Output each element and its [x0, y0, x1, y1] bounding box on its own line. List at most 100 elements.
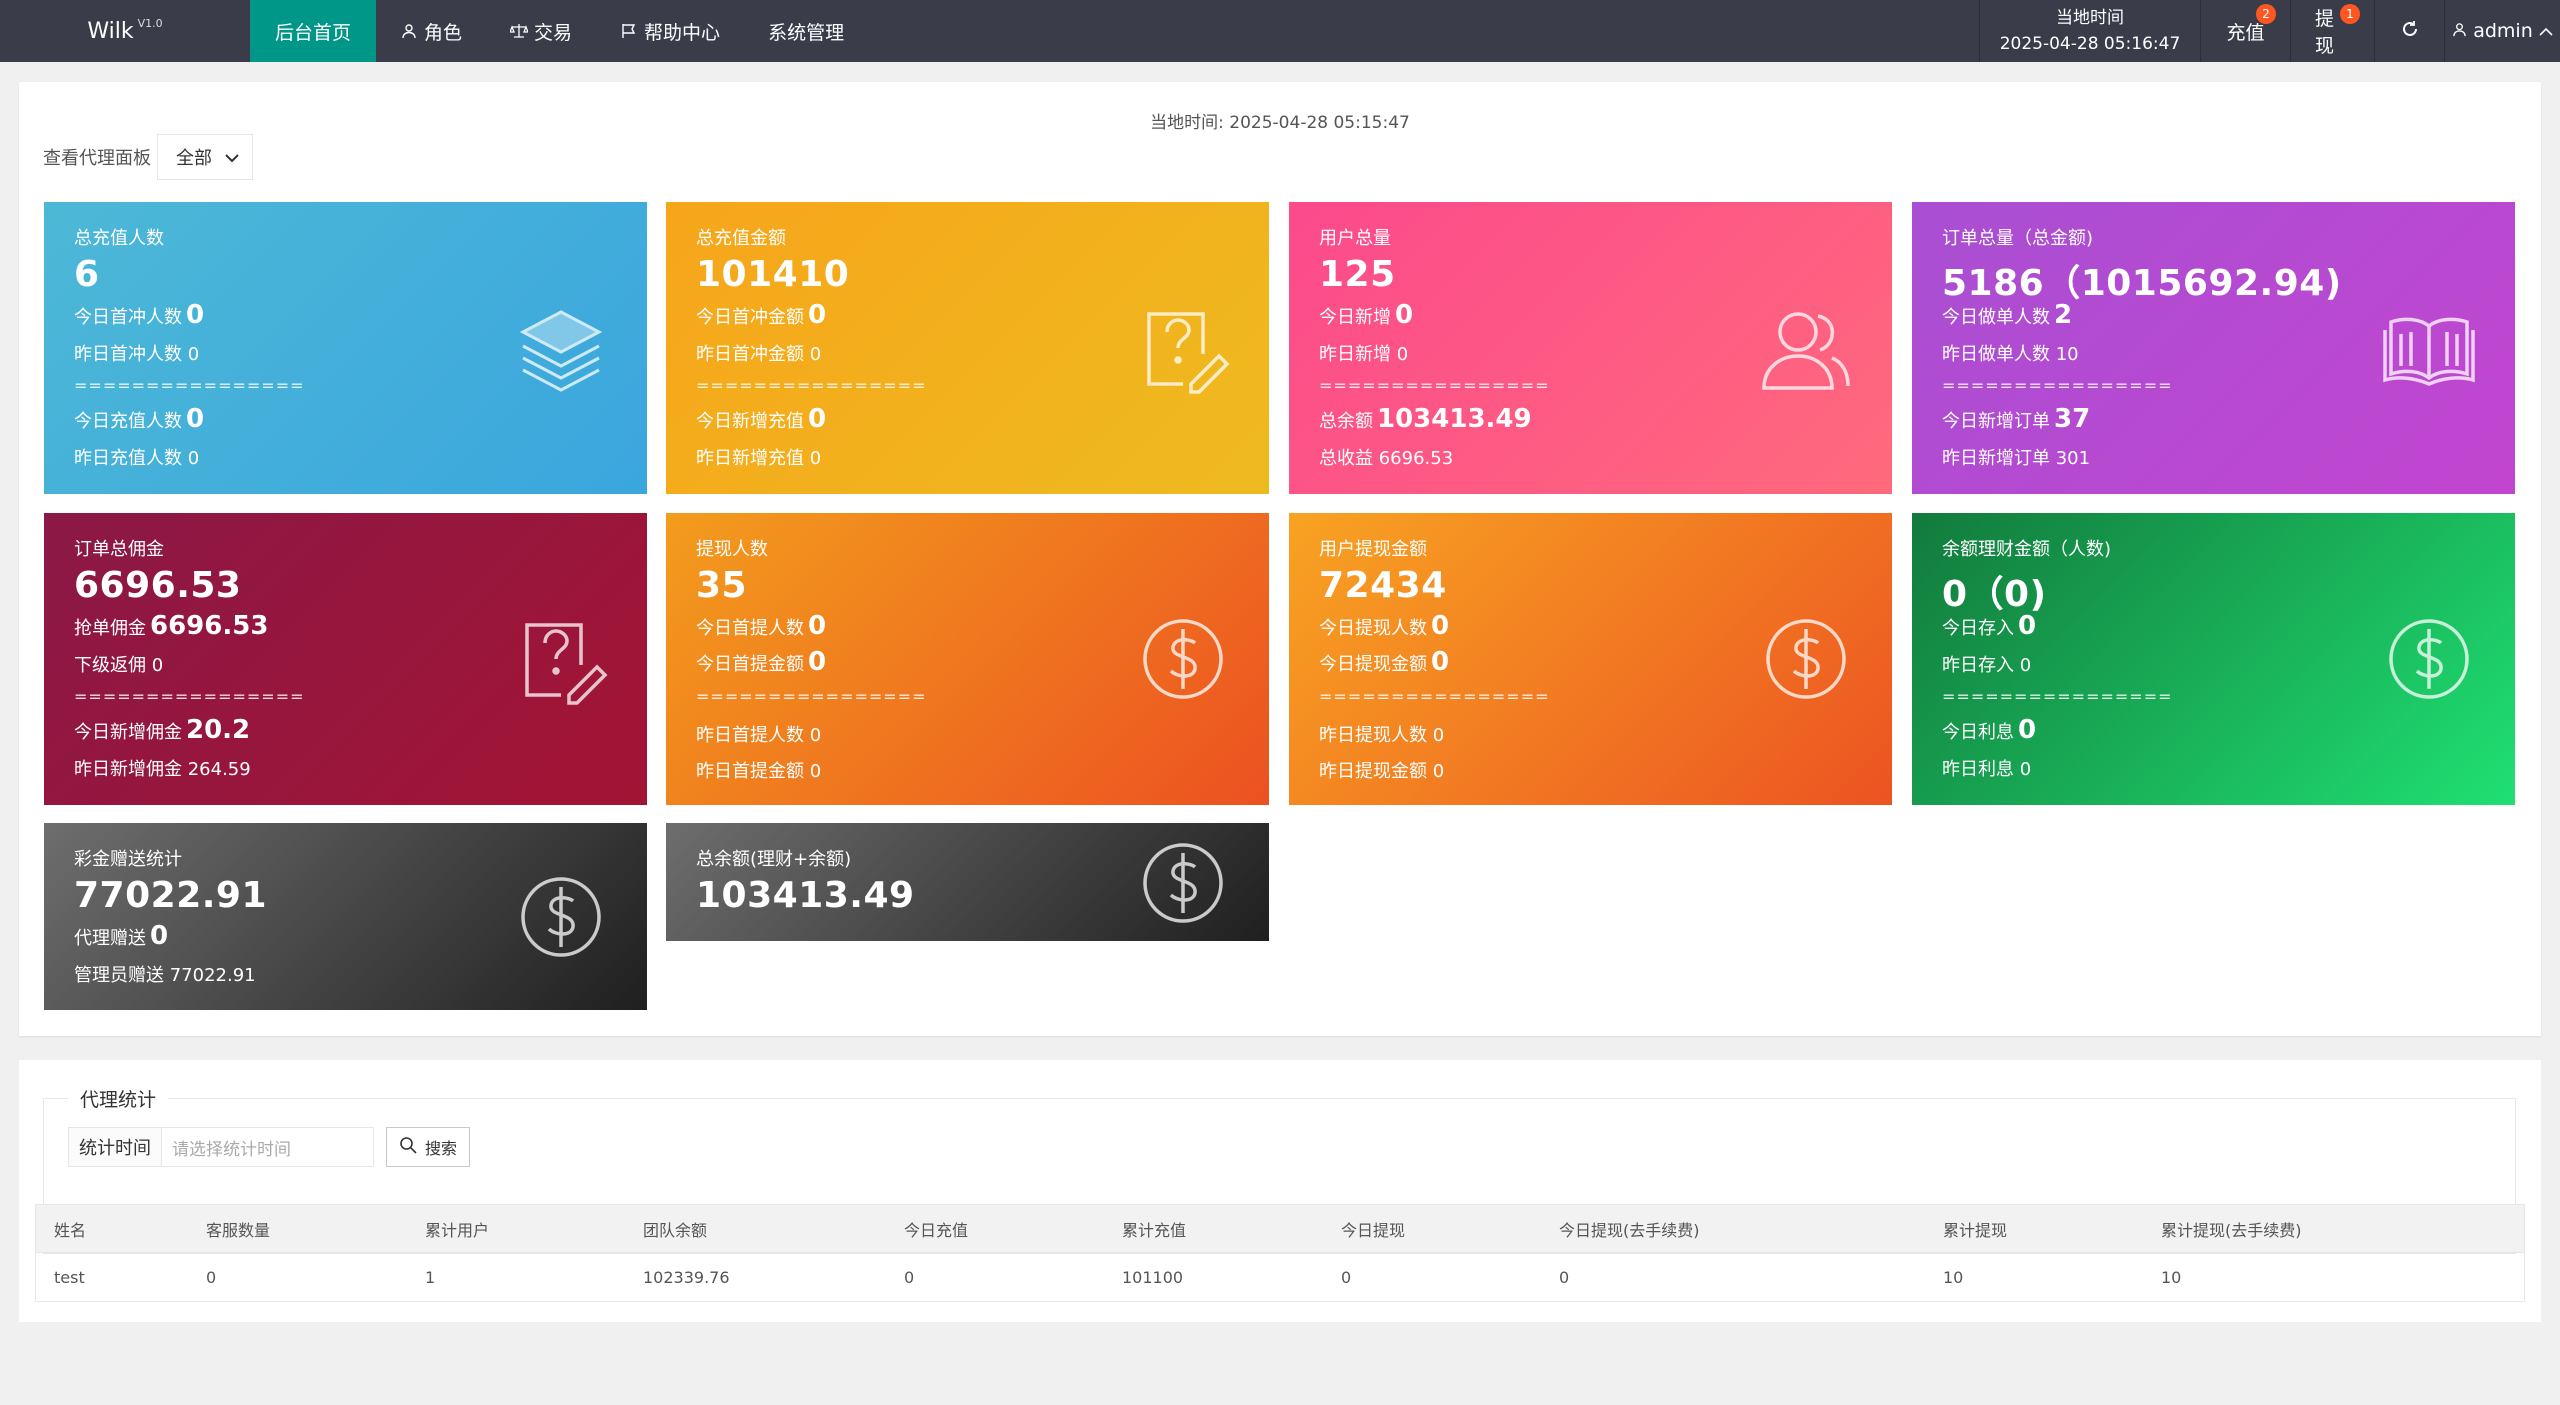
dollar-icon [1133, 833, 1233, 933]
nav-item-label: 帮助中心 [644, 21, 721, 44]
card-balance-finance[interactable]: 余额理财金额（人数) 0（0) 今日存入 0 昨日存入 0 ===========… [1912, 513, 2515, 805]
card-line: 代理赠送 0 [74, 921, 169, 951]
agent-select-value: 全部 [176, 148, 212, 169]
stat-time-input[interactable]: 请选择统计时间 [162, 1127, 374, 1167]
stat-form: 统计时间 请选择统计时间 搜索 [68, 1127, 471, 1167]
card-value: 0（0) [1942, 574, 2047, 615]
book-icon [2379, 298, 2479, 398]
search-label: 搜索 [425, 1139, 458, 1158]
card-line: 昨日新增充值 0 [696, 448, 822, 469]
table-cell: 1 [425, 1267, 436, 1287]
card-value: 6696.53 [74, 565, 242, 606]
nav-item-help[interactable]: 帮助中心 [596, 0, 744, 62]
table-cell: 0 [1341, 1267, 1352, 1287]
nav-item-trade[interactable]: 交易 [486, 0, 596, 62]
table-cell: 10 [2161, 1267, 2182, 1287]
recharge-badge: 2 [2256, 4, 2276, 24]
card-total-users[interactable]: 用户总量 125 今日新增 0 昨日新增 0 ================ 总… [1289, 202, 1892, 494]
card-line: 总收益 6696.53 [1319, 448, 1454, 469]
brand-logo[interactable]: Wilk V1.0 [0, 0, 250, 62]
recharge-button[interactable]: 充值 2 [2201, 0, 2291, 62]
card-separator: ================ [1942, 687, 2173, 706]
card-total-balance[interactable]: 总余额(理财+余额) 103413.49 [666, 823, 1269, 941]
table-cell: 0 [904, 1267, 915, 1287]
withdraw-badge: 1 [2340, 4, 2360, 24]
nav-item-label: 后台首页 [275, 21, 352, 44]
nav-right: 当地时间 2025-04-28 05:16:47 充值 2 提现 1 admin [1979, 0, 2560, 62]
card-line: 今日新增充值 0 [696, 404, 827, 434]
card-separator: ================ [696, 376, 927, 395]
card-line: 今日首提金额 0 [696, 647, 827, 677]
card-total-recharge-users[interactable]: 总充值人数 6 今日首冲人数 0 昨日首冲人数 0 ===============… [44, 202, 647, 494]
card-line: 今日存入 0 [1942, 611, 2037, 641]
card-order-commission[interactable]: 订单总佣金 6696.53 抢单佣金 6696.53 下级返佣 0 =======… [44, 513, 647, 805]
card-line: 抢单佣金 6696.53 [74, 611, 269, 641]
card-line: 昨日提现金额 0 [1319, 761, 1445, 782]
card-title: 订单总佣金 [74, 539, 164, 560]
local-time: 当地时间 2025-04-28 05:16:47 [1979, 0, 2201, 62]
card-total-orders[interactable]: 订单总量（总金额) 5186（1015692.94) 今日做单人数 2 昨日做单人… [1912, 202, 2515, 494]
card-title: 订单总量（总金额) [1942, 228, 2094, 249]
card-separator: ================ [74, 687, 305, 706]
card-line: 今日首冲金额 0 [696, 300, 827, 330]
card-title: 总充值人数 [74, 228, 164, 249]
table-cell: 102339.76 [643, 1267, 730, 1287]
card-separator: ================ [1942, 376, 2173, 395]
search-icon [399, 1136, 417, 1158]
nav-item-roles[interactable]: 角色 [376, 0, 486, 62]
local-time-value: 2025-04-28 05:16:47 [1999, 34, 2181, 54]
refresh-button[interactable] [2375, 0, 2445, 62]
card-line: 昨日首冲金额 0 [696, 344, 822, 365]
scale-icon [510, 22, 529, 40]
card-line: 今日提现人数 0 [1319, 611, 1450, 641]
agent-select[interactable]: 全部 [157, 134, 253, 180]
brand-name: Wilk [87, 18, 134, 44]
card-line: 昨日存入 0 [1942, 655, 2032, 676]
card-title: 用户总量 [1319, 228, 1391, 249]
card-line: 今日新增佣金 20.2 [74, 715, 251, 745]
column-header: 客服数量 [206, 1220, 271, 1240]
dashboard-panel: 当地时间: 2025-04-28 05:15:47 查看代理面板 全部 总充值人… [19, 82, 2541, 1036]
card-withdraw-users[interactable]: 提现人数 35 今日首提人数 0 今日首提金额 0 ================… [666, 513, 1269, 805]
card-title: 总充值金额 [696, 228, 786, 249]
dollar-icon [2379, 609, 2479, 709]
card-total-recharge-amount[interactable]: 总充值金额 101410 今日首冲金额 0 昨日首冲金额 0 ==========… [666, 202, 1269, 494]
card-line: 今日充值人数 0 [74, 404, 205, 434]
table-cell: test [54, 1267, 85, 1287]
card-line: 总余额 103413.49 [1319, 404, 1532, 434]
column-header: 累计充值 [1122, 1220, 1187, 1240]
table-cell: 101100 [1122, 1267, 1184, 1287]
card-bonus-gift[interactable]: 彩金赠送统计 77022.91 代理赠送 0 管理员赠送 77022.91 [44, 823, 647, 1010]
local-time-label: 当地时间 [2056, 8, 2124, 28]
card-value: 6 [74, 254, 100, 295]
dollar-icon [1756, 609, 1856, 709]
card-value: 5186（1015692.94) [1942, 263, 2342, 304]
layers-icon [511, 298, 611, 398]
nav-item-system[interactable]: 系统管理 [744, 0, 868, 62]
card-separator: ================ [1319, 687, 1550, 706]
table-row[interactable]: test 0 1 102339.76 0 101100 0 0 10 10 [36, 1253, 2524, 1301]
card-value: 77022.91 [74, 875, 268, 916]
dollar-icon [1133, 609, 1233, 709]
card-title: 提现人数 [696, 539, 768, 560]
card-separator: ================ [1319, 376, 1550, 395]
card-line: 今日做单人数 2 [1942, 300, 2073, 330]
card-value: 125 [1319, 254, 1396, 295]
chevron-down-icon [224, 147, 240, 168]
nav-item-home[interactable]: 后台首页 [250, 0, 377, 62]
card-line: 今日提现金额 0 [1319, 647, 1450, 677]
card-value: 35 [696, 565, 748, 606]
agent-stats-panel: 代理统计 统计时间 请选择统计时间 搜索 姓名 客服数量 累计用户 团队余额 今… [19, 1060, 2541, 1322]
card-separator: ================ [696, 687, 927, 706]
column-header: 姓名 [54, 1220, 87, 1240]
card-line: 昨日提现人数 0 [1319, 725, 1445, 746]
card-user-withdraw-amount[interactable]: 用户提现金额 72434 今日提现人数 0 今日提现金额 0 ===========… [1289, 513, 1892, 805]
column-header: 累计提现 [1943, 1220, 2008, 1240]
table-cell: 0 [1559, 1267, 1570, 1287]
withdraw-button[interactable]: 提现 1 [2291, 0, 2375, 62]
card-title: 总余额(理财+余额) [696, 849, 852, 870]
search-button[interactable]: 搜索 [386, 1127, 471, 1167]
user-icon [2452, 20, 2467, 42]
admin-menu[interactable]: admin [2445, 0, 2560, 62]
question-edit-icon [1133, 298, 1233, 398]
